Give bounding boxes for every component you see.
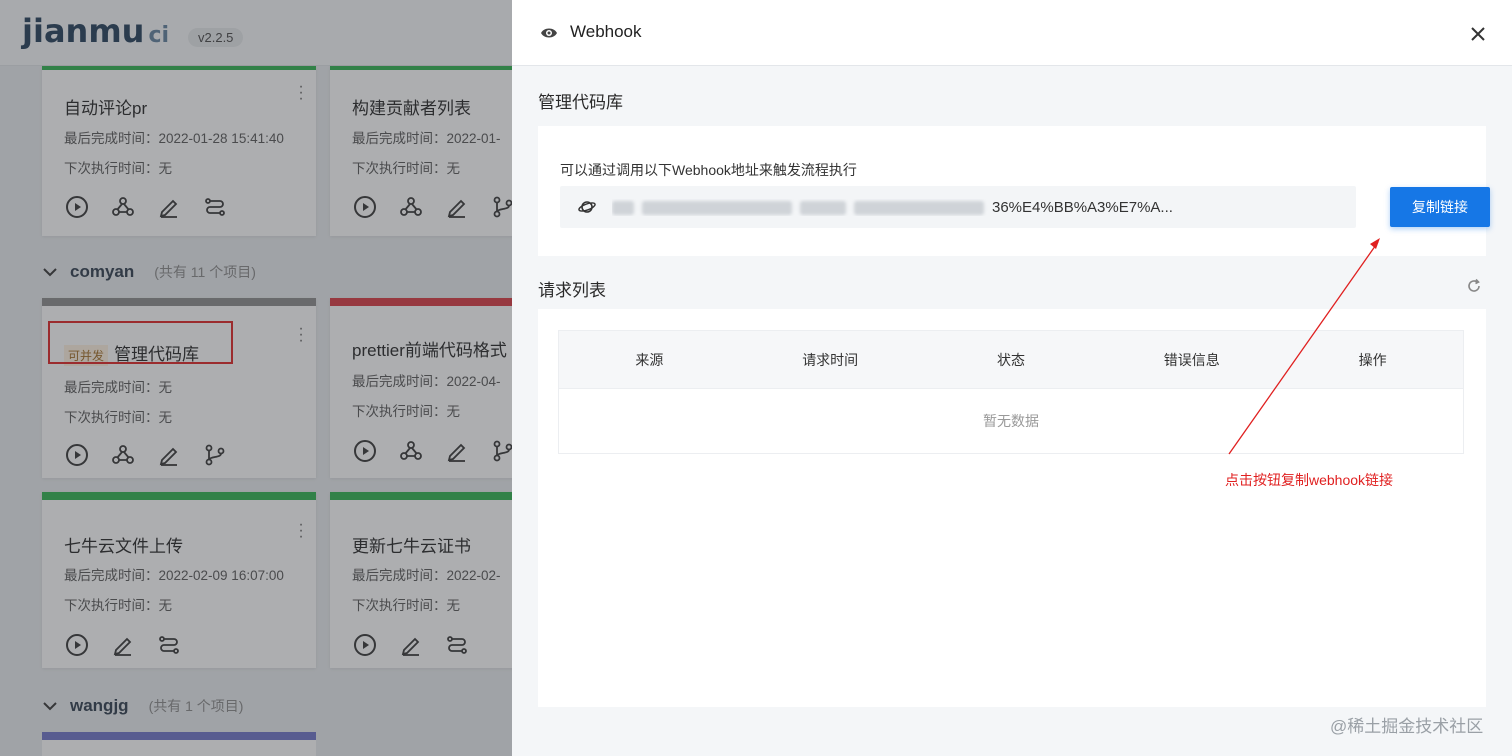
section-title-requests: 请求列表 (538, 281, 606, 300)
drawer-header: Webhook (512, 0, 1512, 66)
request-list-panel: 来源 请求时间 状态 错误信息 操作 暂无数据 (538, 309, 1486, 707)
empty-state: 暂无数据 (983, 413, 1039, 429)
webhook-drawer: Webhook 管理代码库 可以通过调用以下Webhook地址来触发流程执行 3… (512, 0, 1512, 756)
table-header: 来源 请求时间 状态 错误信息 操作 (559, 331, 1463, 389)
request-table: 来源 请求时间 状态 错误信息 操作 暂无数据 (558, 330, 1464, 454)
column-header-status[interactable]: 状态 (921, 331, 1102, 388)
watermark: @稀土掘金技术社区 (1330, 717, 1484, 736)
section-title-project: 管理代码库 (538, 93, 623, 112)
column-header-error[interactable]: 错误信息 (1101, 331, 1282, 388)
planet-icon (578, 201, 596, 213)
column-header-source[interactable]: 来源 (559, 331, 740, 388)
column-header-request-time[interactable]: 请求时间 (740, 331, 921, 388)
modal-overlay[interactable] (0, 0, 512, 756)
webhook-url-text: 36%E4%BB%A3%E7%A... (612, 199, 1352, 216)
drawer-title: Webhook (570, 22, 642, 41)
webhook-description: 可以通过调用以下Webhook地址来触发流程执行 (560, 162, 857, 178)
column-header-actions[interactable]: 操作 (1282, 331, 1463, 388)
webhook-url-panel: 可以通过调用以下Webhook地址来触发流程执行 36%E4%BB%A3%E7%… (538, 126, 1490, 256)
annotation-text: 点击按钮复制webhook链接 (1225, 472, 1394, 488)
eye-icon (541, 28, 557, 38)
refresh-icon[interactable] (1466, 278, 1482, 294)
webhook-url-visible: 36%E4%BB%A3%E7%A... (992, 198, 1173, 216)
close-icon[interactable] (1470, 26, 1486, 42)
webhook-url-field[interactable]: 36%E4%BB%A3%E7%A... (560, 186, 1356, 228)
copy-link-button[interactable]: 复制链接 (1390, 187, 1490, 227)
